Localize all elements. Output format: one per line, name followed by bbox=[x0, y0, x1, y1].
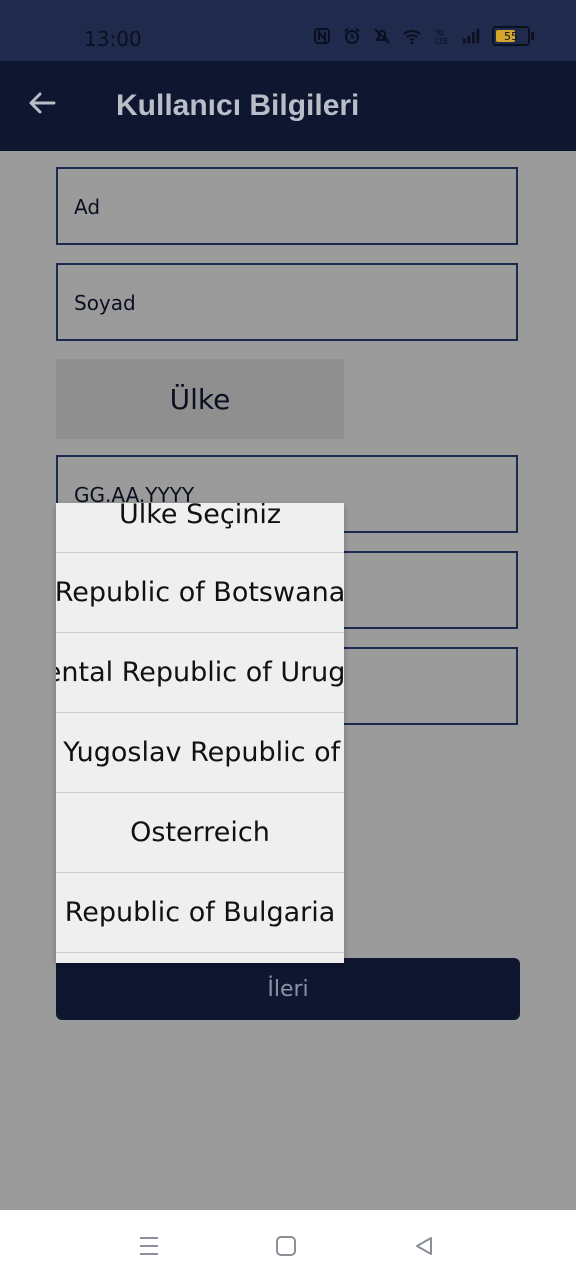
svg-text:Yo: Yo bbox=[435, 28, 444, 37]
home-icon[interactable] bbox=[272, 1232, 300, 1260]
mute-icon bbox=[372, 26, 392, 46]
svg-text:LTE: LTE bbox=[435, 37, 448, 45]
next-button[interactable]: İleri bbox=[56, 958, 520, 1020]
back-icon[interactable] bbox=[410, 1232, 438, 1260]
dropdown-item[interactable]: Osterreich bbox=[56, 793, 344, 873]
volte-icon: Yo LTE bbox=[432, 26, 452, 46]
nfc-icon bbox=[312, 26, 332, 46]
app-bar: Kullanıcı Bilgileri bbox=[0, 61, 576, 151]
arrow-left-icon bbox=[28, 91, 56, 120]
back-button[interactable] bbox=[24, 87, 60, 123]
last-name-field[interactable]: Soyad bbox=[56, 263, 518, 341]
menu-icon[interactable] bbox=[135, 1232, 163, 1260]
status-icons: Yo LTE 55 bbox=[312, 26, 534, 46]
system-nav-bar bbox=[0, 1210, 576, 1280]
country-dropdown: Ülke Seçiniz Republic of Botswana Orient… bbox=[56, 503, 344, 963]
page-title: Kullanıcı Bilgileri bbox=[116, 89, 360, 122]
dropdown-item[interactable]: The former Yugoslav Republic of Macedoni… bbox=[56, 713, 344, 793]
dropdown-item[interactable]: Oriental Republic of Uruguay bbox=[56, 633, 344, 713]
status-time: 13:00 bbox=[84, 27, 142, 51]
last-name-label: Soyad bbox=[74, 291, 136, 315]
first-name-label: Ad bbox=[74, 195, 101, 219]
dropdown-item[interactable]: Republic of Bulgaria bbox=[56, 873, 344, 953]
status-bar: 13:00 Yo LTE 55 bbox=[0, 0, 576, 61]
dropdown-item[interactable]: Republic of Botswana bbox=[56, 553, 344, 633]
alarm-icon bbox=[342, 26, 362, 46]
wifi-icon bbox=[402, 26, 422, 46]
battery-icon: 55 bbox=[492, 26, 534, 46]
dropdown-item[interactable]: Ülke Seçiniz bbox=[56, 503, 344, 553]
signal-icon bbox=[462, 26, 482, 46]
country-select-button[interactable]: Ülke bbox=[56, 359, 344, 439]
battery-level: 55 bbox=[504, 29, 518, 43]
first-name-field[interactable]: Ad bbox=[56, 167, 518, 245]
